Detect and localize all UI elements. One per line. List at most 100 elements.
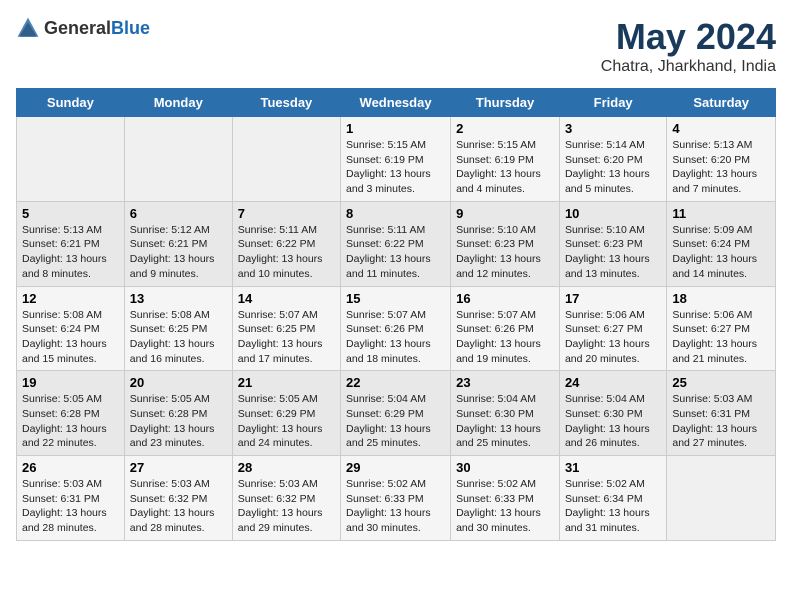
calendar-week-row: 1 Sunrise: 5:15 AM Sunset: 6:19 PM Daylig…: [17, 117, 776, 202]
day-number: 2: [456, 121, 554, 136]
calendar-cell: 25 Sunrise: 5:03 AM Sunset: 6:31 PM Dayli…: [667, 371, 776, 456]
day-number: 7: [238, 206, 335, 221]
day-number: 20: [130, 375, 227, 390]
calendar-cell: 6 Sunrise: 5:12 AM Sunset: 6:21 PM Daylig…: [124, 201, 232, 286]
day-info: Sunrise: 5:02 AM Sunset: 6:34 PM Dayligh…: [565, 477, 661, 536]
calendar-cell: [232, 117, 340, 202]
calendar-cell: [124, 117, 232, 202]
day-info: Sunrise: 5:04 AM Sunset: 6:29 PM Dayligh…: [346, 392, 445, 451]
day-info: Sunrise: 5:10 AM Sunset: 6:23 PM Dayligh…: [456, 223, 554, 282]
day-number: 3: [565, 121, 661, 136]
day-number: 22: [346, 375, 445, 390]
day-number: 29: [346, 460, 445, 475]
column-header-monday: Monday: [124, 89, 232, 117]
calendar-cell: 30Sunrise: 5:02 AM Sunset: 6:33 PM Dayli…: [451, 456, 560, 541]
calendar-cell: 8 Sunrise: 5:11 AM Sunset: 6:22 PM Daylig…: [341, 201, 451, 286]
day-info: Sunrise: 5:15 AM Sunset: 6:19 PM Dayligh…: [456, 138, 554, 197]
calendar-cell: 9 Sunrise: 5:10 AM Sunset: 6:23 PM Daylig…: [451, 201, 560, 286]
day-number: 14: [238, 291, 335, 306]
column-header-thursday: Thursday: [451, 89, 560, 117]
calendar-cell: 17 Sunrise: 5:06 AM Sunset: 6:27 PM Dayli…: [559, 286, 666, 371]
day-number: 11: [672, 206, 770, 221]
day-number: 28: [238, 460, 335, 475]
calendar-cell: 4 Sunrise: 5:13 AM Sunset: 6:20 PM Daylig…: [667, 117, 776, 202]
calendar-cell: 24 Sunrise: 5:04 AM Sunset: 6:30 PM Dayli…: [559, 371, 666, 456]
logo-general: General: [44, 18, 111, 38]
day-info: Sunrise: 5:15 AM Sunset: 6:19 PM Dayligh…: [346, 138, 445, 197]
day-info: Sunrise: 5:02 AM Sunset: 6:33 PM Dayligh…: [346, 477, 445, 536]
day-info: Sunrise: 5:07 AM Sunset: 6:26 PM Dayligh…: [456, 308, 554, 367]
day-number: 13: [130, 291, 227, 306]
day-info: Sunrise: 5:05 AM Sunset: 6:28 PM Dayligh…: [130, 392, 227, 451]
column-header-tuesday: Tuesday: [232, 89, 340, 117]
day-number: 31: [565, 460, 661, 475]
calendar-cell: 15 Sunrise: 5:07 AM Sunset: 6:26 PM Dayli…: [341, 286, 451, 371]
day-info: Sunrise: 5:13 AM Sunset: 6:20 PM Dayligh…: [672, 138, 770, 197]
calendar-cell: 31 Sunrise: 5:02 AM Sunset: 6:34 PM Dayli…: [559, 456, 666, 541]
day-number: 5: [22, 206, 119, 221]
day-number: 16: [456, 291, 554, 306]
day-info: Sunrise: 5:06 AM Sunset: 6:27 PM Dayligh…: [672, 308, 770, 367]
day-info: Sunrise: 5:03 AM Sunset: 6:31 PM Dayligh…: [672, 392, 770, 451]
day-info: Sunrise: 5:14 AM Sunset: 6:20 PM Dayligh…: [565, 138, 661, 197]
calendar-cell: [17, 117, 125, 202]
day-number: 4: [672, 121, 770, 136]
day-number: 18: [672, 291, 770, 306]
day-info: Sunrise: 5:05 AM Sunset: 6:28 PM Dayligh…: [22, 392, 119, 451]
calendar-week-row: 26Sunrise: 5:03 AM Sunset: 6:31 PM Dayli…: [17, 456, 776, 541]
day-info: Sunrise: 5:05 AM Sunset: 6:29 PM Dayligh…: [238, 392, 335, 451]
calendar-table: SundayMondayTuesdayWednesdayThursdayFrid…: [16, 88, 776, 541]
calendar-cell: 19 Sunrise: 5:05 AM Sunset: 6:28 PM Dayli…: [17, 371, 125, 456]
calendar-cell: 7 Sunrise: 5:11 AM Sunset: 6:22 PM Daylig…: [232, 201, 340, 286]
day-number: 1: [346, 121, 445, 136]
calendar-cell: 12Sunrise: 5:08 AM Sunset: 6:24 PM Dayli…: [17, 286, 125, 371]
calendar-cell: 23Sunrise: 5:04 AM Sunset: 6:30 PM Dayli…: [451, 371, 560, 456]
calendar-cell: 18 Sunrise: 5:06 AM Sunset: 6:27 PM Dayli…: [667, 286, 776, 371]
calendar-cell: 28Sunrise: 5:03 AM Sunset: 6:32 PM Dayli…: [232, 456, 340, 541]
day-number: 8: [346, 206, 445, 221]
calendar-week-row: 12Sunrise: 5:08 AM Sunset: 6:24 PM Dayli…: [17, 286, 776, 371]
day-number: 25: [672, 375, 770, 390]
calendar-cell: 13 Sunrise: 5:08 AM Sunset: 6:25 PM Dayli…: [124, 286, 232, 371]
calendar-cell: 22 Sunrise: 5:04 AM Sunset: 6:29 PM Dayli…: [341, 371, 451, 456]
page-header: GeneralBlue May 2024 Chatra, Jharkhand, …: [16, 16, 776, 76]
day-info: Sunrise: 5:06 AM Sunset: 6:27 PM Dayligh…: [565, 308, 661, 367]
day-number: 24: [565, 375, 661, 390]
day-number: 9: [456, 206, 554, 221]
day-info: Sunrise: 5:10 AM Sunset: 6:23 PM Dayligh…: [565, 223, 661, 282]
calendar-cell: 26Sunrise: 5:03 AM Sunset: 6:31 PM Dayli…: [17, 456, 125, 541]
calendar-cell: 20 Sunrise: 5:05 AM Sunset: 6:28 PM Dayli…: [124, 371, 232, 456]
day-number: 15: [346, 291, 445, 306]
day-info: Sunrise: 5:11 AM Sunset: 6:22 PM Dayligh…: [346, 223, 445, 282]
day-info: Sunrise: 5:04 AM Sunset: 6:30 PM Dayligh…: [456, 392, 554, 451]
day-number: 19: [22, 375, 119, 390]
day-info: Sunrise: 5:08 AM Sunset: 6:24 PM Dayligh…: [22, 308, 119, 367]
logo-blue: Blue: [111, 18, 150, 38]
day-info: Sunrise: 5:07 AM Sunset: 6:26 PM Dayligh…: [346, 308, 445, 367]
day-number: 17: [565, 291, 661, 306]
subtitle: Chatra, Jharkhand, India: [601, 58, 776, 76]
day-info: Sunrise: 5:04 AM Sunset: 6:30 PM Dayligh…: [565, 392, 661, 451]
day-number: 6: [130, 206, 227, 221]
calendar-cell: 14 Sunrise: 5:07 AM Sunset: 6:25 PM Dayli…: [232, 286, 340, 371]
calendar-cell: 29 Sunrise: 5:02 AM Sunset: 6:33 PM Dayli…: [341, 456, 451, 541]
calendar-cell: 27Sunrise: 5:03 AM Sunset: 6:32 PM Dayli…: [124, 456, 232, 541]
calendar-cell: 2 Sunrise: 5:15 AM Sunset: 6:19 PM Daylig…: [451, 117, 560, 202]
day-info: Sunrise: 5:03 AM Sunset: 6:31 PM Dayligh…: [22, 477, 119, 536]
day-info: Sunrise: 5:11 AM Sunset: 6:22 PM Dayligh…: [238, 223, 335, 282]
calendar-header-row: SundayMondayTuesdayWednesdayThursdayFrid…: [17, 89, 776, 117]
calendar-cell: 16 Sunrise: 5:07 AM Sunset: 6:26 PM Dayli…: [451, 286, 560, 371]
column-header-saturday: Saturday: [667, 89, 776, 117]
day-info: Sunrise: 5:12 AM Sunset: 6:21 PM Dayligh…: [130, 223, 227, 282]
logo: GeneralBlue: [16, 16, 150, 40]
day-info: Sunrise: 5:07 AM Sunset: 6:25 PM Dayligh…: [238, 308, 335, 367]
calendar-week-row: 19 Sunrise: 5:05 AM Sunset: 6:28 PM Dayli…: [17, 371, 776, 456]
day-number: 10: [565, 206, 661, 221]
calendar-cell: 21 Sunrise: 5:05 AM Sunset: 6:29 PM Dayli…: [232, 371, 340, 456]
day-info: Sunrise: 5:09 AM Sunset: 6:24 PM Dayligh…: [672, 223, 770, 282]
day-info: Sunrise: 5:08 AM Sunset: 6:25 PM Dayligh…: [130, 308, 227, 367]
column-header-wednesday: Wednesday: [341, 89, 451, 117]
main-title: May 2024: [601, 16, 776, 58]
day-number: 21: [238, 375, 335, 390]
day-number: 27: [130, 460, 227, 475]
